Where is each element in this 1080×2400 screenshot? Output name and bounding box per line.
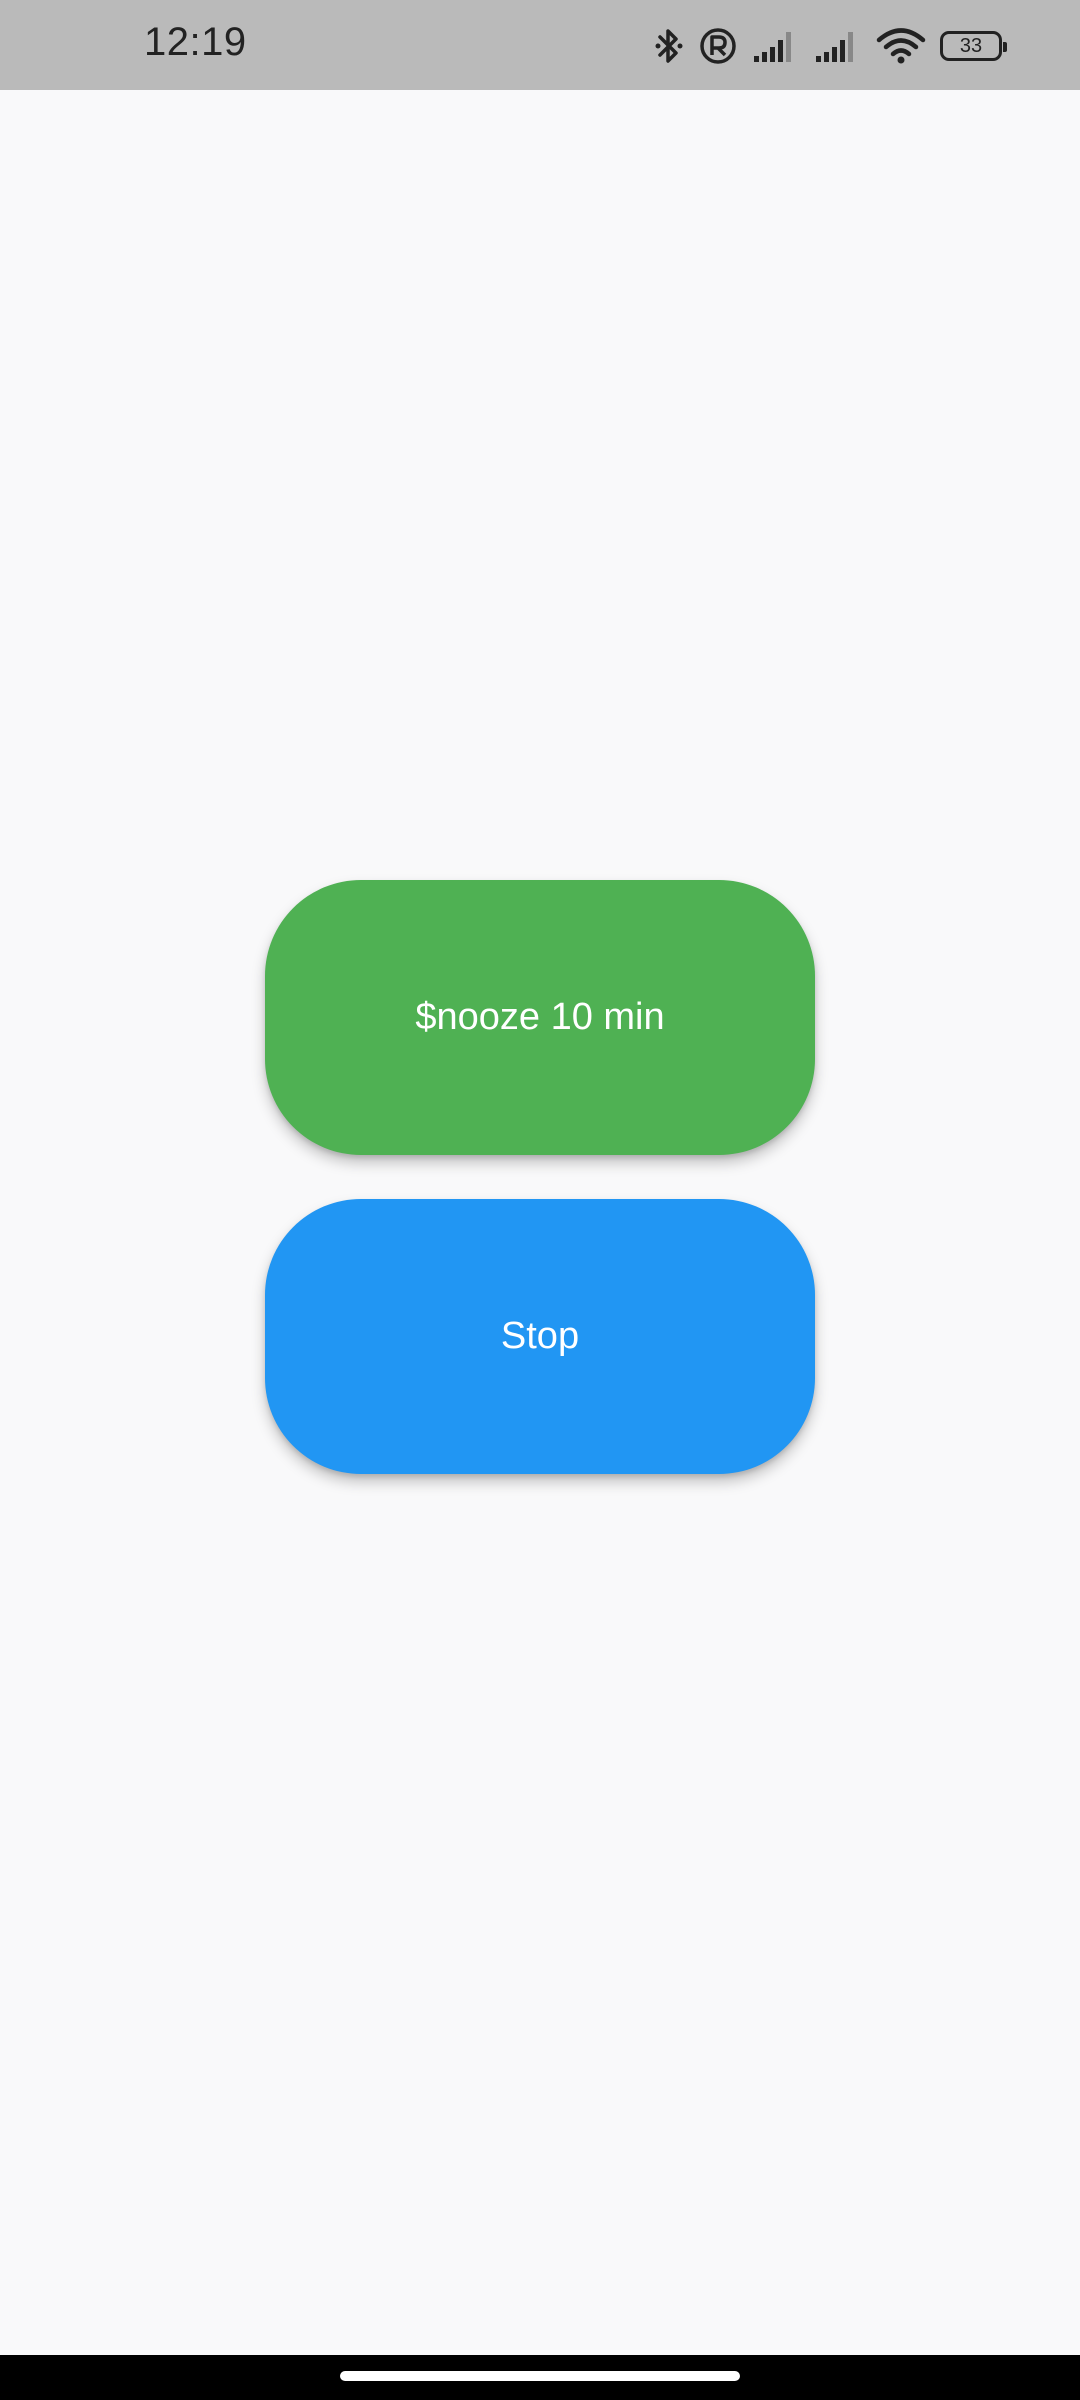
registered-icon (698, 26, 738, 66)
home-handle[interactable] (340, 2371, 740, 2381)
status-time: 12:19 (144, 20, 247, 64)
signal-icon (752, 28, 800, 64)
signal-icon (814, 28, 862, 64)
alarm-actions: $nooze 10 min Stop (0, 90, 1080, 2355)
bluetooth-icon (654, 26, 684, 66)
status-icons: 33 (654, 22, 1007, 70)
wifi-icon (876, 27, 926, 65)
status-bar: 12:19 33 (0, 0, 1080, 90)
battery-icon: 33 (940, 31, 1007, 61)
snooze-button[interactable]: $nooze 10 min (265, 880, 815, 1155)
stop-button[interactable]: Stop (265, 1199, 815, 1474)
navigation-bar (0, 2355, 1080, 2400)
